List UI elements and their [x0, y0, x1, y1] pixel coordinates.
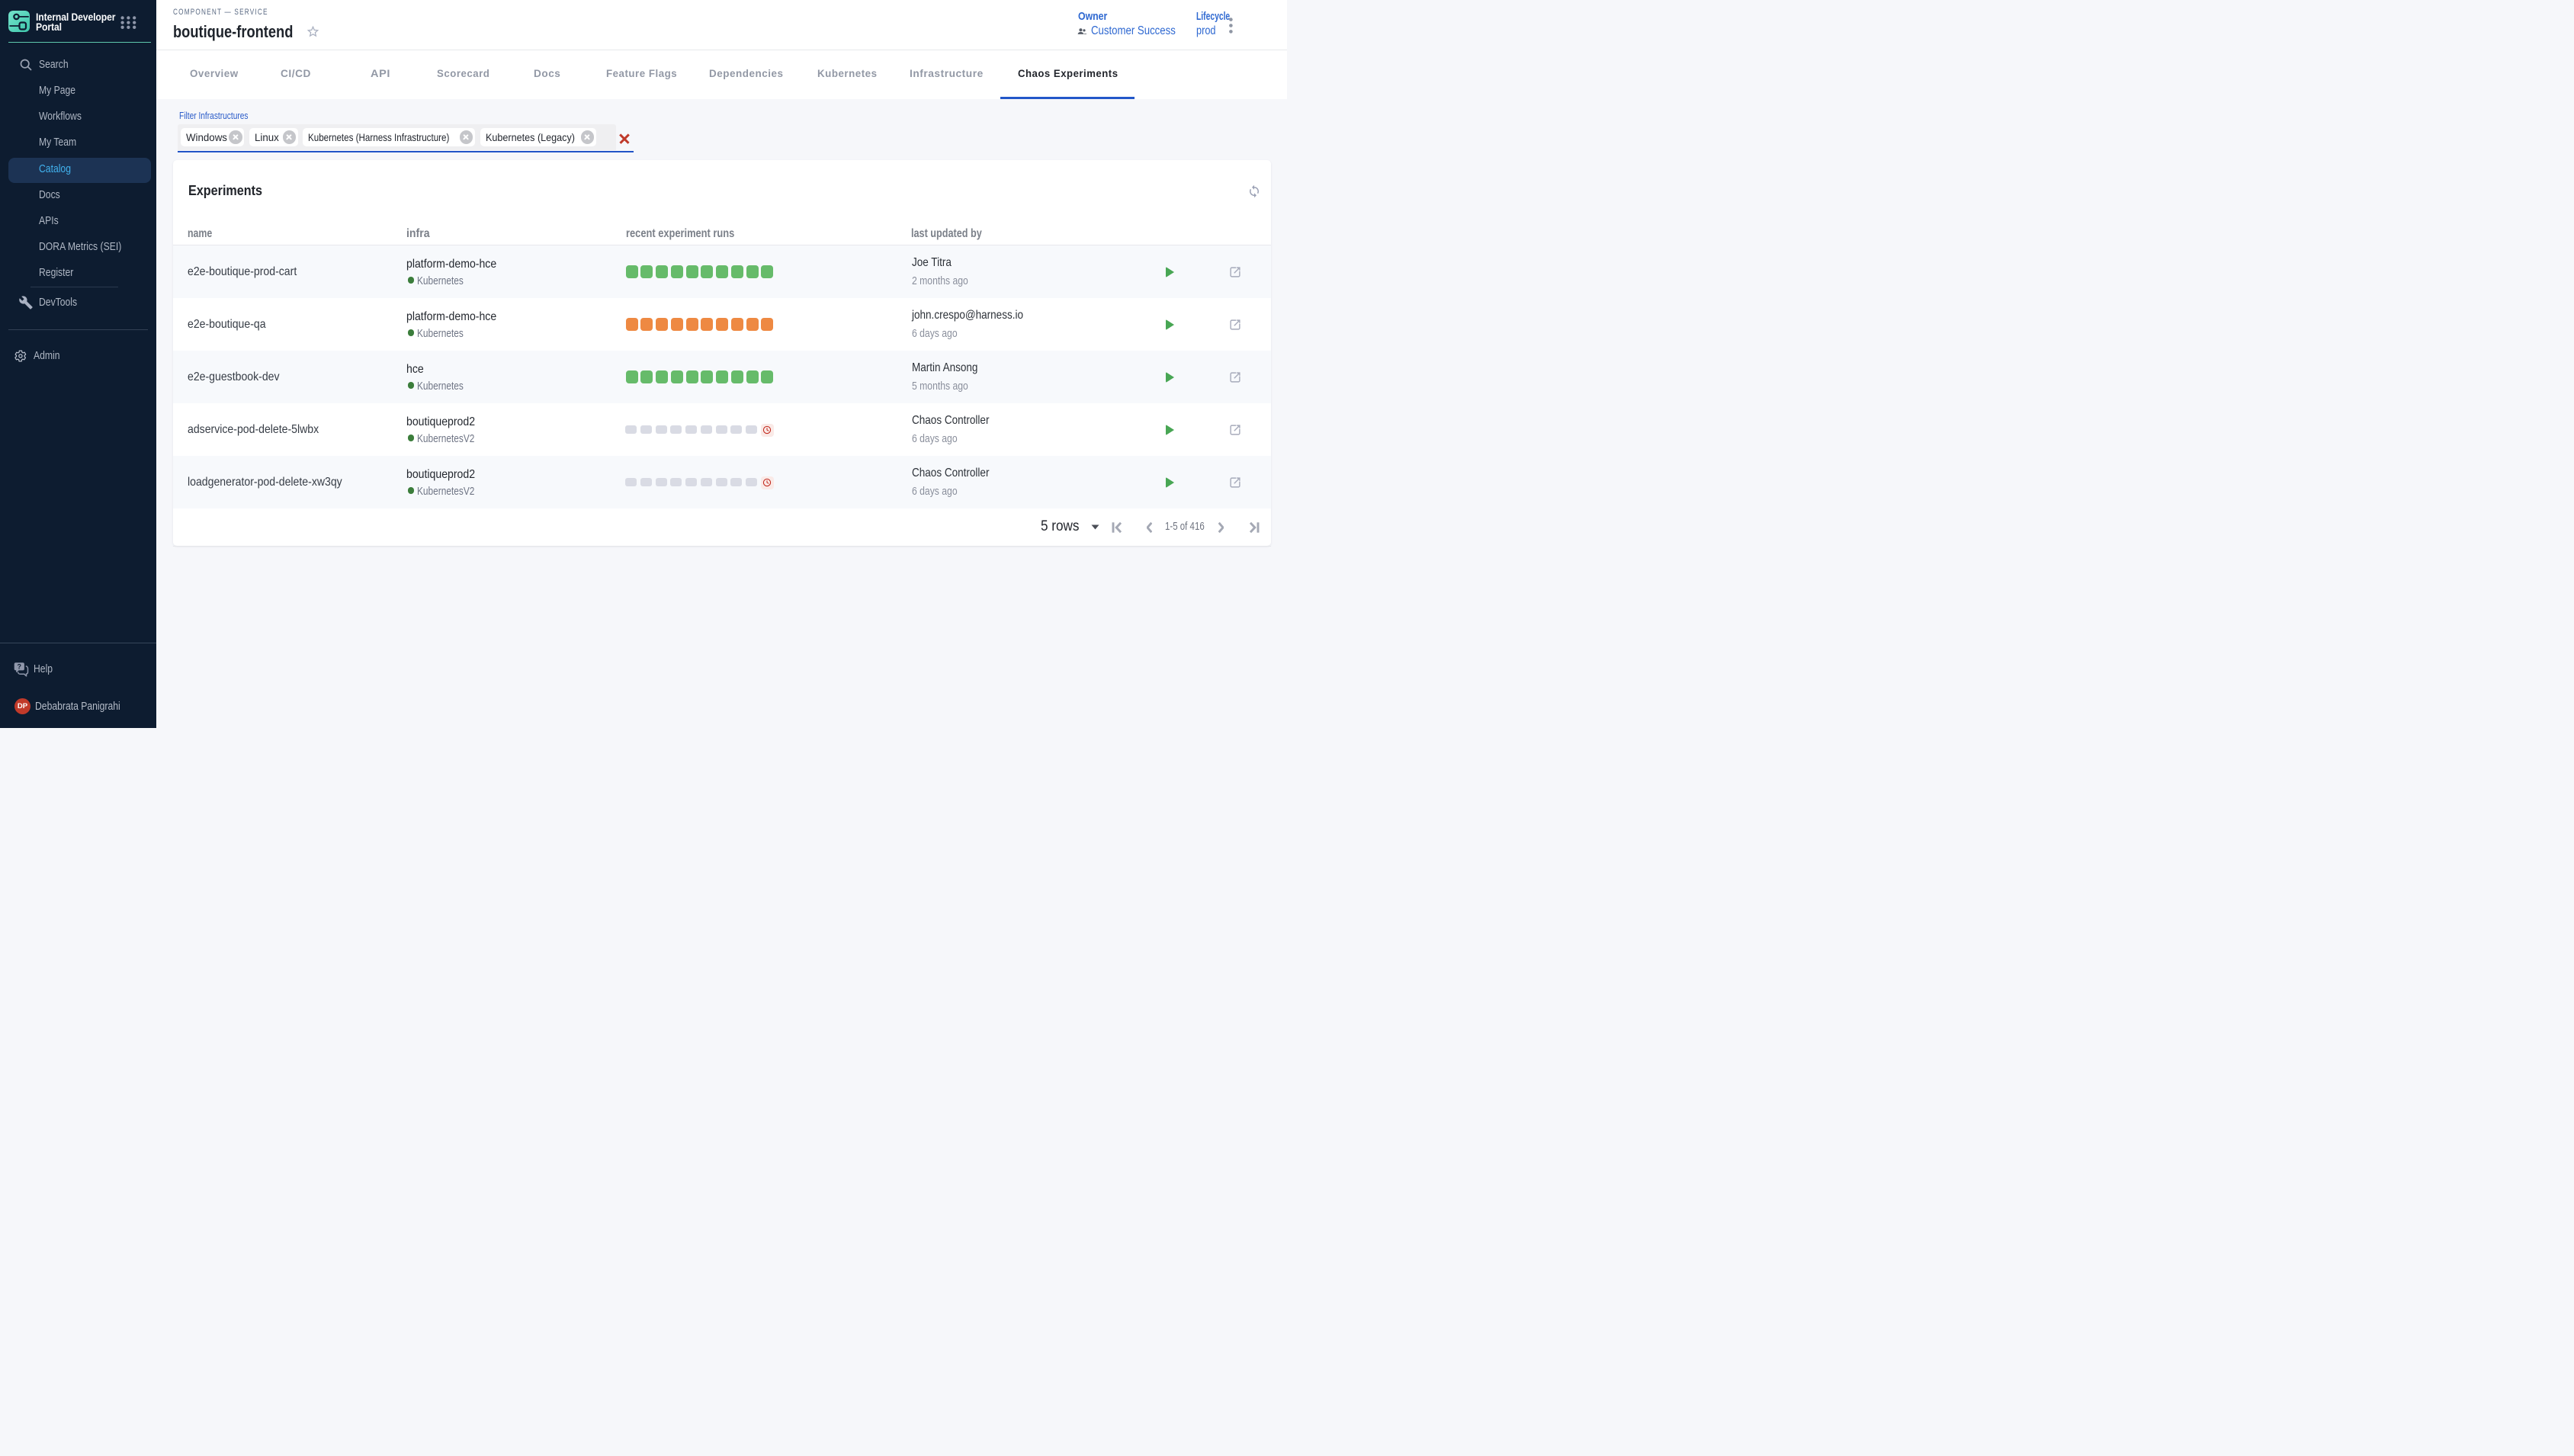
svg-text:?: ? [17, 662, 21, 670]
